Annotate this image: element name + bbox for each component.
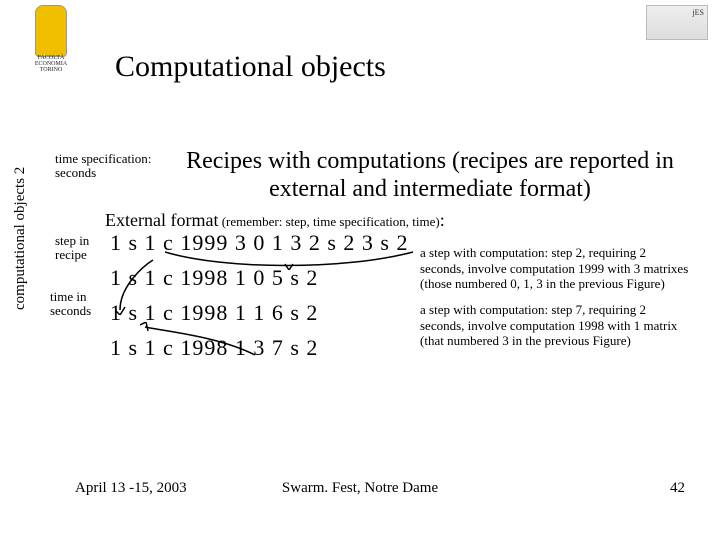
annotation-step-in-recipe: step in recipe — [55, 234, 115, 263]
code-line-3: 1 s 1 c 1998 1 1 6 s 2 — [110, 300, 318, 326]
subheading-strong: External format — [105, 210, 218, 230]
subheading-note: (remember: step, time specification, tim… — [218, 214, 439, 229]
footer-page-number: 42 — [670, 480, 685, 497]
footer-venue: Swarm. Fest, Notre Dame — [0, 480, 720, 497]
code-line-4: 1 s 1 c 1998 1 3 7 s 2 — [110, 335, 318, 361]
note-step-7: a step with computation: step 7, requiri… — [420, 302, 690, 349]
section-heading: Recipes with computations (recipes are r… — [160, 148, 700, 203]
code-line-2: 1 s 1 c 1998 1 0 5 s 2 — [110, 265, 318, 291]
university-logo — [35, 5, 67, 57]
jes-logo: jES — [646, 5, 708, 40]
side-label: computational objects 2 — [12, 167, 29, 310]
subheading: External format (remember: step, time sp… — [105, 210, 445, 231]
note-step-2: a step with computation: step 2, requiri… — [420, 245, 690, 292]
slide: FACOLTÀ ECONOMIA TORINO jES Computationa… — [0, 0, 720, 540]
annotation-time-spec: time specification: seconds — [55, 152, 155, 181]
annotation-time-in-seconds: time in seconds — [50, 290, 110, 319]
subheading-colon: : — [440, 210, 445, 230]
university-logo-caption: FACOLTÀ ECONOMIA TORINO — [30, 55, 72, 73]
page-title: Computational objects — [115, 50, 386, 84]
code-line-1: 1 s 1 c 1999 3 0 1 3 2 s 2 3 s 2 — [110, 230, 408, 256]
